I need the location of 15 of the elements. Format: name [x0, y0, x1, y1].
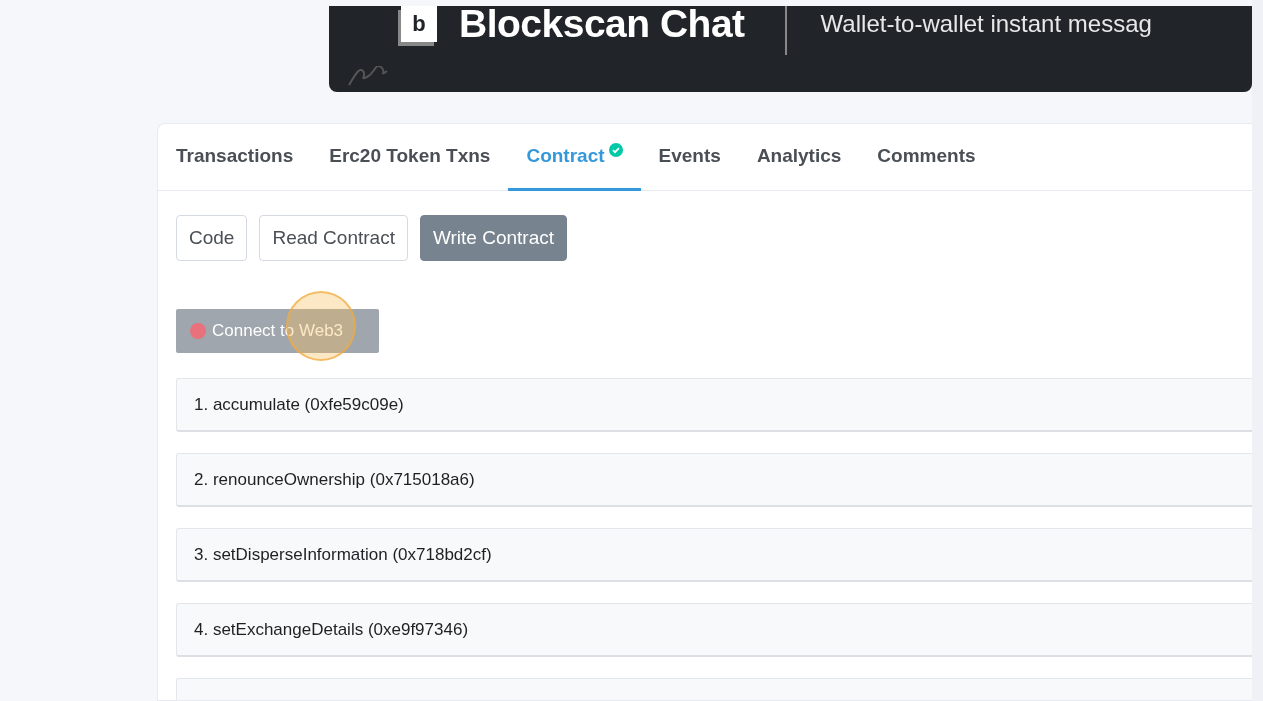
function-row[interactable]: 2. renounceOwnership (0x715018a6) [176, 453, 1252, 507]
banner-title: Blockscan Chat [459, 6, 745, 46]
tab[interactable]: Analytics [738, 124, 860, 191]
tab[interactable]: Comments [859, 124, 994, 191]
function-row[interactable]: 4. setExchangeDetails (0xe9f97346) [176, 603, 1252, 657]
contract-view-button[interactable]: Write Contract [419, 215, 567, 261]
function-row[interactable]: 3. setDisperseInformation (0x718bd2cf) [176, 528, 1252, 582]
contract-view-button[interactable]: Read Contract [259, 215, 408, 261]
contract-view-button[interactable]: Code [176, 215, 248, 261]
banner-tagline: Wallet-to-wallet instant messag [820, 10, 1152, 38]
function-row[interactable]: 1. accumulate (0xfe59c09e) [176, 378, 1252, 432]
tab[interactable]: Erc20 Token Txns [311, 124, 509, 191]
squiggle-icon [348, 66, 388, 86]
tab[interactable]: Events [640, 124, 739, 191]
tab[interactable]: Transactions [158, 124, 312, 191]
